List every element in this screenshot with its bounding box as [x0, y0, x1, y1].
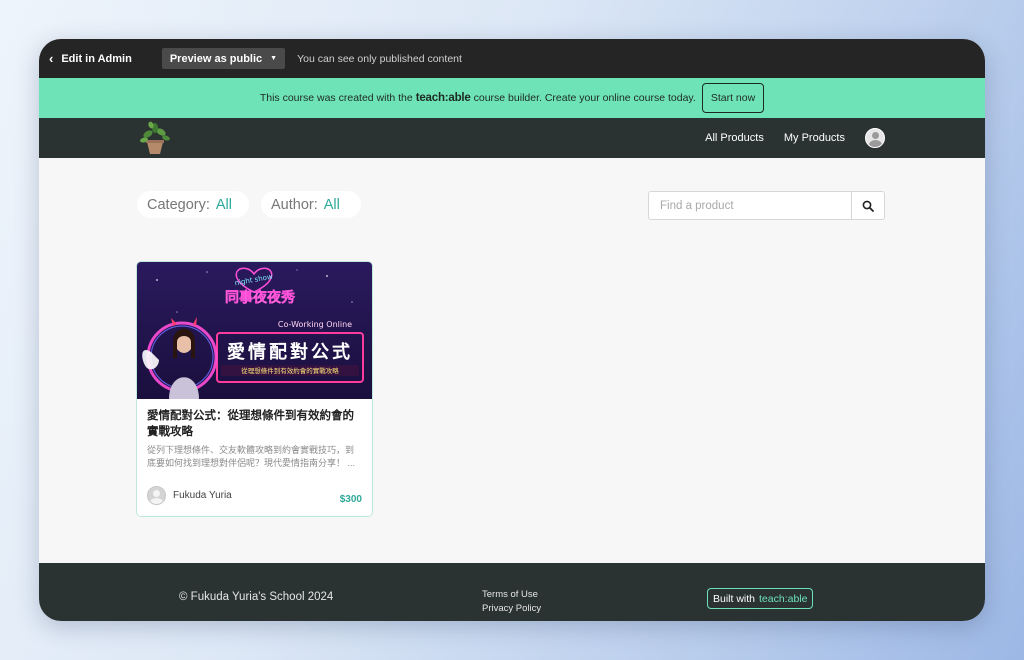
main-content: Category: All Author: All Find a product… [39, 158, 985, 563]
terms-of-use-link[interactable]: Terms of Use [482, 588, 541, 602]
card-footer: Fukuda Yuria $300 [147, 484, 362, 506]
product-thumbnail-image[interactable]: night show 同事夜夜秀 Co-Working Online 愛情配對公… [137, 262, 372, 399]
nav-my-products[interactable]: My Products [784, 132, 845, 144]
avatar-body [869, 140, 882, 147]
caret-down-icon: ▼ [270, 55, 278, 62]
admin-bar: ‹ Edit in Admin Preview as public ▼ You … [39, 39, 985, 78]
site-footer: © Fukuda Yuria's School 2024 Terms of Us… [39, 563, 985, 621]
teachable-brand: teach:able [415, 92, 471, 104]
author-filter-label: Author: [271, 196, 318, 213]
admin-note: You can see only published content [297, 52, 462, 65]
built-with-label: Built with [713, 592, 756, 605]
footer-links: Terms of Use Privacy Policy [482, 588, 541, 616]
user-avatar[interactable] [865, 128, 885, 148]
category-filter-label: Category: [147, 196, 210, 213]
chevron-left-icon: ‹ [49, 51, 54, 66]
built-with-teachable-badge[interactable]: Built with teach:able [707, 588, 814, 609]
author-filter-value: All [323, 196, 340, 213]
avatar-head [153, 489, 160, 497]
thumbnail-headline-text: 同事夜夜秀 [225, 289, 296, 306]
edit-in-admin-link[interactable]: ‹ Edit in Admin [49, 51, 132, 66]
teachable-footer-brand: teach:able [759, 592, 808, 605]
preview-label: Preview as public [169, 52, 263, 65]
author-name: Fukuda Yuria [173, 489, 232, 501]
copyright-text: © Fukuda Yuria's School 2024 [179, 591, 334, 603]
promo-text-after: course builder. Create your online cours… [473, 92, 696, 104]
product-search [648, 191, 885, 220]
promo-banner: This course was created with the teach:a… [39, 78, 985, 118]
search-icon [862, 200, 874, 212]
author-avatar [147, 485, 166, 505]
privacy-policy-link[interactable]: Privacy Policy [482, 602, 541, 616]
card-body: 愛情配對公式：從理想條件到有效約會的實戰攻略 從列下理想條件、交友軟體攻略到約會… [137, 399, 372, 470]
start-now-button[interactable]: Start now [701, 83, 765, 113]
edit-in-admin-label: Edit in Admin [61, 52, 132, 65]
thumbnail-main-text: 愛情配對公式 [227, 341, 353, 363]
category-filter[interactable]: Category: All [137, 191, 249, 218]
thumbnail-tagline-text: 從理想條件到有效約會的實戰攻略 [241, 366, 339, 375]
product-description: 從列下理想條件、交友軟體攻略到約會實戰技巧，到底要如何找到理想對伴侶呢？現代愛情… [147, 445, 356, 468]
product-price: $300 [339, 493, 362, 505]
product-title[interactable]: 愛情配對公式：從理想條件到有效約會的實戰攻略 [147, 408, 362, 440]
search-button[interactable] [851, 192, 884, 219]
product-card[interactable]: night show 同事夜夜秀 Co-Working Online 愛情配對公… [136, 261, 373, 517]
site-nav: All Products My Products [39, 118, 985, 158]
thumbnail-subtitle-text: Co-Working Online [278, 320, 352, 329]
browser-window: ‹ Edit in Admin Preview as public ▼ You … [39, 39, 985, 621]
author-filter[interactable]: Author: All [261, 191, 361, 218]
school-logo-plant-icon[interactable] [137, 120, 173, 156]
search-input[interactable] [649, 192, 851, 219]
nav-all-products[interactable]: All Products [705, 132, 764, 144]
avatar-head [872, 132, 879, 139]
preview-as-public-dropdown[interactable]: Preview as public ▼ [161, 48, 286, 69]
category-filter-value: All [215, 196, 232, 213]
promo-text-before: This course was created with the [259, 92, 413, 104]
avatar-body [150, 497, 163, 504]
